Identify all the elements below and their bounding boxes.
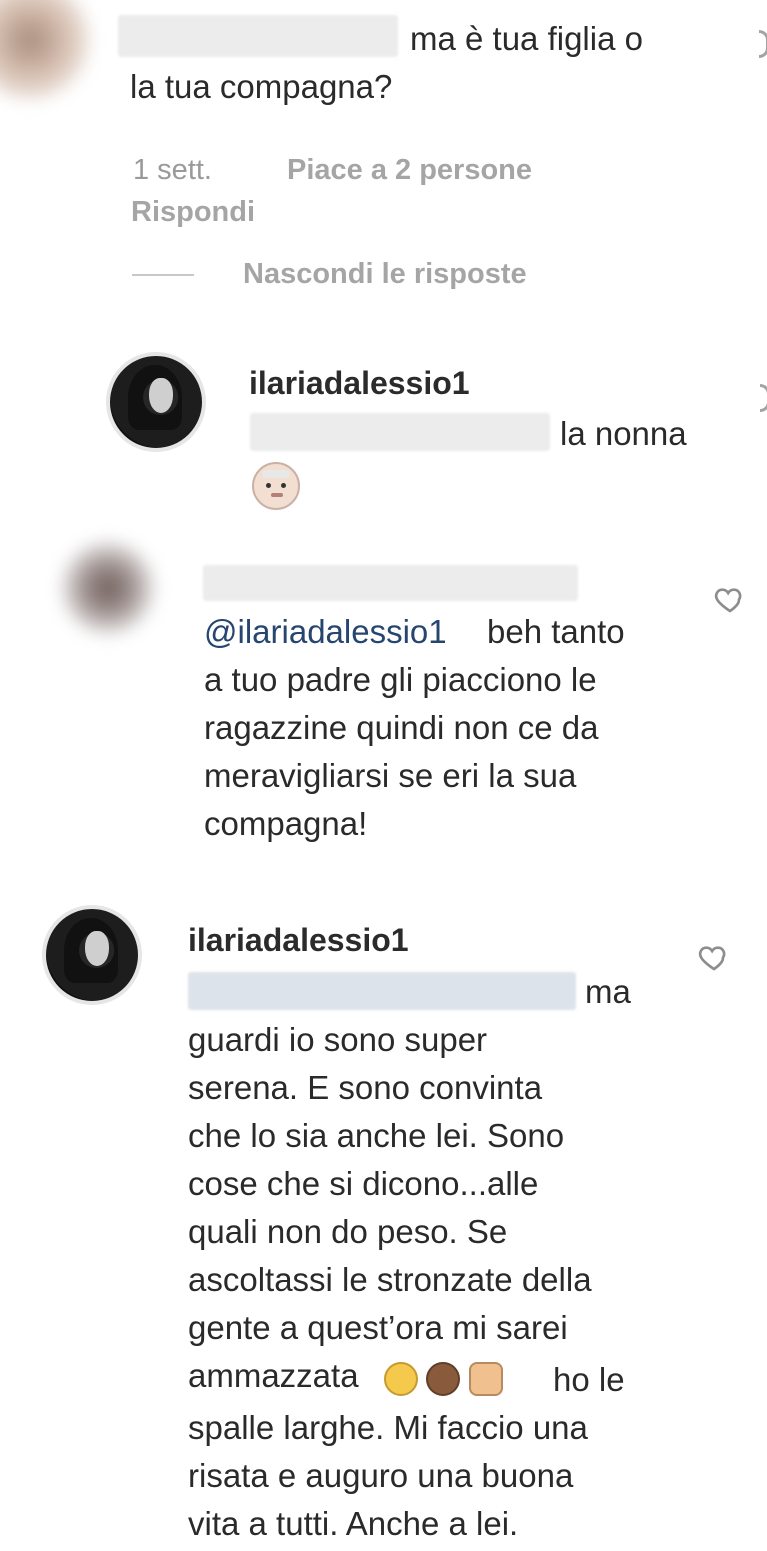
comment-text: spalle larghe. Mi faccio una risata e au… (188, 1409, 588, 1542)
comment-username[interactable]: ilariadalessio1 (249, 365, 470, 402)
avatar[interactable] (60, 540, 156, 636)
comment-text: ma è tua figlia o la tua compagna? (130, 20, 643, 105)
reply-button[interactable]: Rispondi (131, 196, 255, 229)
emoji-row (384, 1362, 507, 1410)
avatar[interactable] (42, 905, 142, 1005)
avatar[interactable] (0, 0, 90, 100)
comment-text: guardi io sono super serena. E sono conv… (188, 1021, 592, 1394)
comment-text: ho le (553, 1361, 625, 1398)
thread-line (132, 274, 194, 276)
redacted-mention (250, 413, 550, 451)
redacted-username (203, 565, 578, 601)
redacted-mention (188, 972, 576, 1010)
comment-text: la nonna (560, 415, 687, 452)
likes-count-link[interactable]: Piace a 2 persone (287, 154, 532, 187)
see-no-evil-monkey-emoji (426, 1362, 461, 1396)
right-edge-more-icon[interactable] (759, 30, 767, 58)
face-with-tears-of-joy-emoji (384, 1362, 418, 1396)
older-woman-emoji (252, 462, 300, 510)
raising-hands-emoji (468, 1362, 503, 1396)
comment-username[interactable]: ilariadalessio1 (188, 922, 409, 959)
right-edge-more-icon[interactable] (760, 384, 767, 412)
avatar[interactable] (106, 352, 206, 452)
hide-replies-button[interactable]: Nascondi le risposte (243, 258, 527, 291)
comment-text: beh tanto a tuo padre gli piacciono le r… (204, 613, 625, 842)
comment-text: ma (585, 973, 631, 1010)
heart-icon[interactable] (697, 941, 731, 973)
comment-time: 1 sett. (133, 154, 212, 186)
heart-icon[interactable] (713, 583, 747, 615)
